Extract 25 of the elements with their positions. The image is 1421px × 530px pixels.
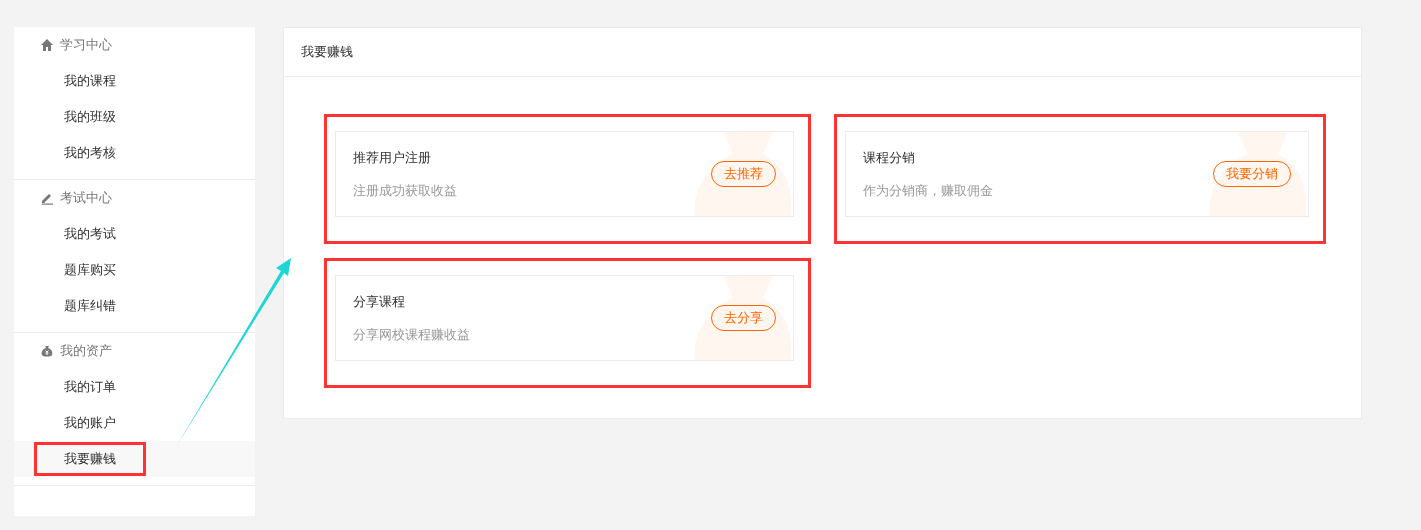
sidebar-item[interactable]: 我的账户 — [34, 406, 146, 440]
card-title: 推荐用户注册 — [353, 148, 432, 167]
sidebar-item[interactable]: 我的班级 — [34, 100, 146, 134]
panel-title: 我要赚钱 — [301, 43, 353, 62]
sidebar-item[interactable]: 我的课程 — [34, 64, 146, 98]
pencil-icon — [40, 191, 54, 205]
card-title: 分享课程 — [353, 292, 406, 311]
money-bag-icon — [693, 276, 793, 360]
money-bag-icon — [1208, 132, 1308, 216]
sidebar-item[interactable]: 我的订单 — [34, 370, 146, 404]
card-title: 课程分销 — [863, 148, 916, 167]
card-subtitle: 作为分销商，赚取佣金 — [863, 182, 994, 200]
money-bag-icon — [40, 344, 54, 358]
group-title: 考试中心 — [60, 189, 112, 208]
sidebar-item[interactable]: 我要赚钱 — [34, 442, 146, 476]
money-bag-icon — [693, 132, 793, 216]
group-title: 我的资产 — [60, 342, 112, 361]
group-title: 学习中心 — [60, 36, 112, 55]
card-subtitle: 分享网校课程赚收益 — [353, 326, 471, 344]
sidebar-item[interactable]: 题库纠错 — [34, 289, 146, 323]
sidebar-item[interactable]: 题库购买 — [34, 253, 146, 287]
home-icon — [40, 38, 54, 52]
sidebar-item[interactable]: 我的考试 — [34, 217, 146, 251]
card-subtitle: 注册成功获取收益 — [353, 182, 458, 200]
sidebar-item[interactable]: 我的考核 — [34, 136, 146, 170]
